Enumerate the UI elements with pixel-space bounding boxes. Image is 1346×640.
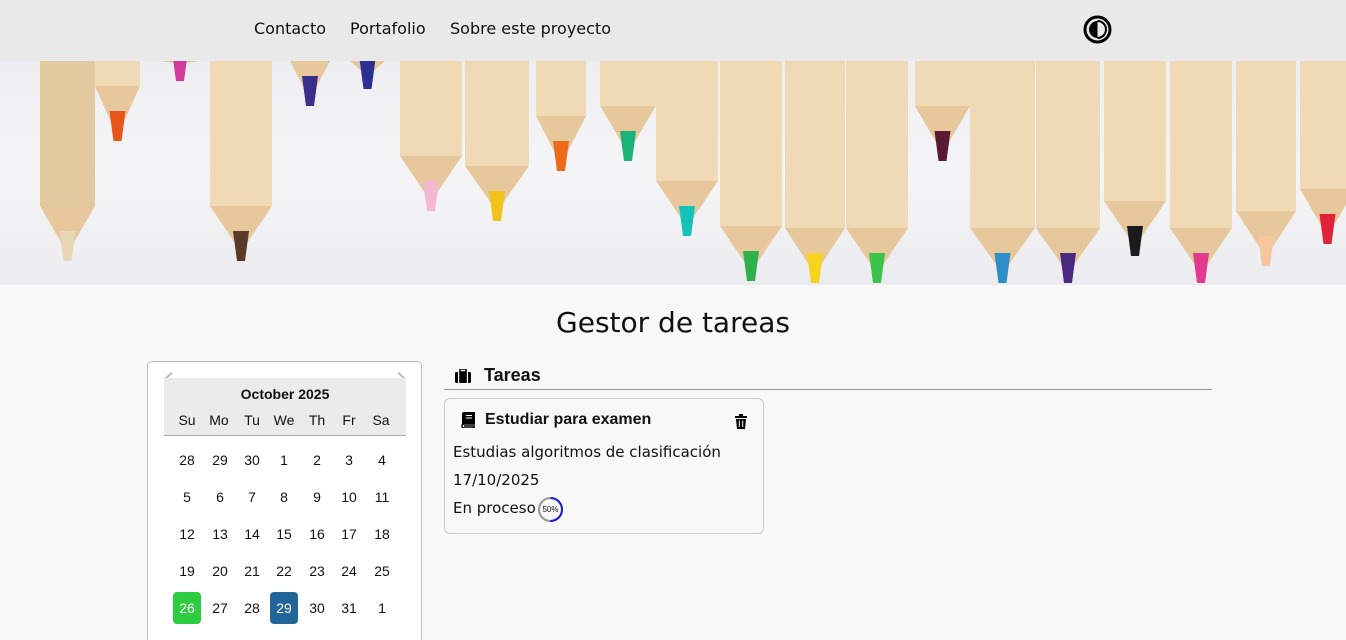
- pencil: [465, 61, 529, 221]
- calendar-weekday: Sa: [372, 412, 390, 428]
- calendar-weekday: Su: [178, 412, 196, 428]
- calendar-weekday: Fr: [342, 412, 356, 428]
- banner-image-colored-pencils: [0, 61, 1346, 285]
- calendar-day[interactable]: 1: [368, 592, 396, 624]
- calendar-day[interactable]: 10: [335, 481, 363, 513]
- pencil: [536, 61, 586, 171]
- pencil: [1300, 61, 1346, 244]
- calendar-day[interactable]: 22: [270, 555, 298, 587]
- calendar-day[interactable]: 9: [303, 481, 331, 513]
- calendar-day[interactable]: 28: [238, 592, 266, 624]
- pencil: [970, 61, 1035, 283]
- pencil: [1236, 61, 1296, 266]
- pencil: [350, 61, 385, 89]
- page-title: Gestor de tareas: [556, 306, 790, 339]
- calendar-day[interactable]: 4: [368, 444, 396, 476]
- calendar-day[interactable]: 14: [238, 518, 266, 550]
- calendar-day[interactable]: 31: [335, 592, 363, 624]
- calendar-weekday: Th: [308, 412, 326, 428]
- nav-link-sobre-proyecto[interactable]: Sobre este proyecto: [450, 19, 611, 38]
- calendar-day[interactable]: 18: [368, 518, 396, 550]
- calendar-weekday: We: [273, 412, 295, 428]
- calendar-weekday: Mo: [209, 412, 229, 428]
- calendar-day[interactable]: 28: [173, 444, 201, 476]
- task-status: En proceso: [453, 499, 536, 517]
- task-card: Estudiar para examen Estudias algoritmos…: [444, 398, 764, 534]
- contrast-icon[interactable]: [1083, 15, 1112, 44]
- calendar-day[interactable]: 11: [368, 481, 396, 513]
- nav-link-portafolio[interactable]: Portafolio: [350, 19, 426, 38]
- tasks-title: Tareas: [484, 365, 541, 385]
- calendar-day[interactable]: 6: [206, 481, 234, 513]
- top-navbar: Contacto Portafolio Sobre este proyecto: [0, 0, 1346, 61]
- pencil: [1036, 61, 1100, 283]
- calendar-day[interactable]: 29: [206, 444, 234, 476]
- pencil: [290, 61, 330, 106]
- pencil: [846, 61, 908, 283]
- tasks-section-header: Tareas: [444, 362, 1212, 390]
- pencil: [785, 61, 845, 283]
- calendar-day[interactable]: 7: [238, 481, 266, 513]
- briefcase-icon: [455, 368, 471, 383]
- calendar-day[interactable]: 8: [270, 481, 298, 513]
- progress-label: 50%: [542, 505, 559, 514]
- trash-icon[interactable]: [735, 414, 747, 429]
- calendar-month-label: October 2025: [240, 386, 330, 402]
- calendar-day[interactable]: 3: [335, 444, 363, 476]
- calendar-day[interactable]: 27: [206, 592, 234, 624]
- calendar-day[interactable]: 12: [173, 518, 201, 550]
- pencil: [210, 61, 272, 261]
- calendar-day[interactable]: 20: [206, 555, 234, 587]
- task-title: Estudiar para examen: [485, 411, 652, 428]
- calendar-day[interactable]: 30: [303, 592, 331, 624]
- task-date: 17/10/2025: [453, 471, 540, 489]
- pencil: [1170, 61, 1232, 283]
- pencil: [160, 61, 200, 81]
- calendar-day[interactable]: 13: [206, 518, 234, 550]
- calendar-day[interactable]: 5: [173, 481, 201, 513]
- calendar-day[interactable]: 26: [173, 592, 201, 624]
- pencil: [400, 61, 462, 211]
- calendar-widget: October 2025 Su Mo Tu We Th Fr Sa 28 29 30 1 2 3 4 5 6…: [147, 361, 422, 640]
- task-description: Estudias algoritmos de clasificación: [453, 443, 721, 461]
- calendar-day[interactable]: 25: [368, 555, 396, 587]
- calendar-day[interactable]: 16: [303, 518, 331, 550]
- calendar-day[interactable]: 30: [238, 444, 266, 476]
- pencil: [40, 61, 95, 261]
- calendar-day[interactable]: 23: [303, 555, 331, 587]
- pencil: [915, 61, 970, 161]
- pencil: [720, 61, 782, 281]
- calendar-day[interactable]: 15: [270, 518, 298, 550]
- calendar-day[interactable]: 29: [270, 592, 298, 624]
- calendar-day[interactable]: 2: [303, 444, 331, 476]
- pencil: [656, 61, 718, 236]
- calendar-day[interactable]: 19: [173, 555, 201, 587]
- pencil: [95, 61, 140, 141]
- calendar-day[interactable]: 17: [335, 518, 363, 550]
- pencil: [600, 61, 656, 161]
- book-icon: [461, 411, 476, 429]
- calendar-day[interactable]: 21: [238, 555, 266, 587]
- calendar-weekday: Tu: [244, 412, 260, 428]
- calendar-day[interactable]: 1: [270, 444, 298, 476]
- nav-link-contacto[interactable]: Contacto: [254, 19, 326, 38]
- calendar-header: October 2025 Su Mo Tu We Th Fr Sa: [164, 378, 406, 436]
- pencil: [1104, 61, 1166, 256]
- calendar-day[interactable]: 24: [335, 555, 363, 587]
